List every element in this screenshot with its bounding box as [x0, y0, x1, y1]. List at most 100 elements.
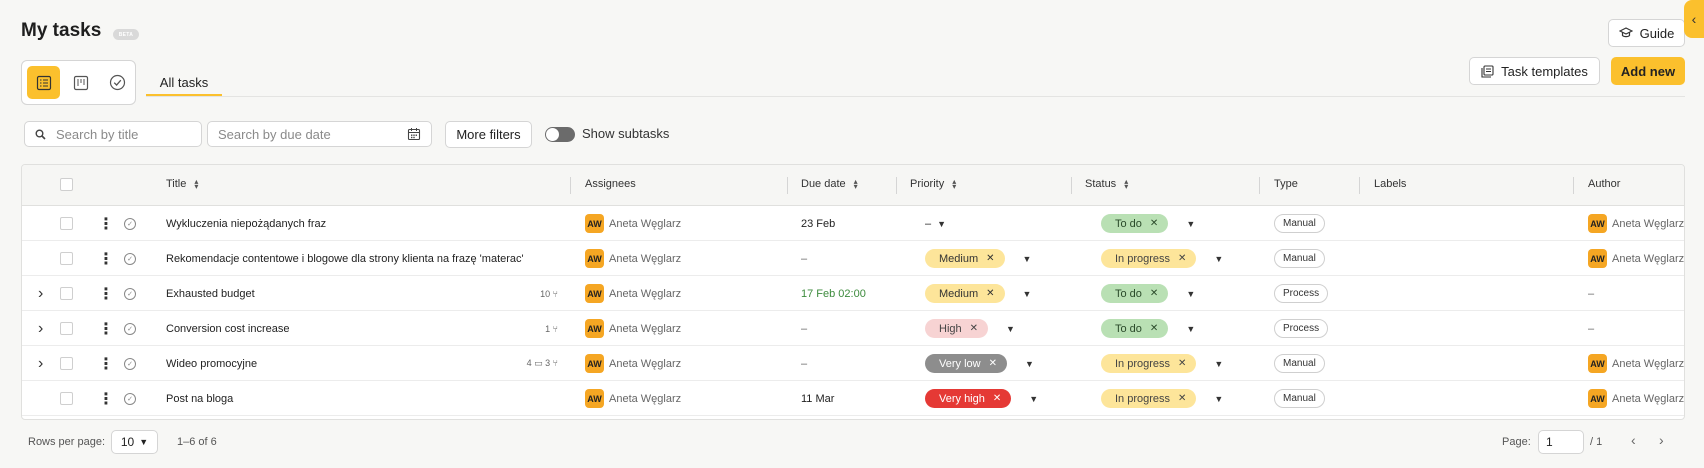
list-view-button[interactable] — [27, 66, 60, 99]
due-date[interactable]: – — [801, 311, 807, 346]
more-options-icon[interactable]: ⋮ — [98, 311, 114, 346]
close-icon[interactable]: ✕ — [986, 253, 994, 264]
more-options-icon[interactable]: ⋮ — [98, 276, 114, 311]
priority-cell[interactable]: – ▼ — [925, 206, 946, 241]
status-chip[interactable]: In progress ✕ — [1101, 389, 1197, 408]
calendar-icon[interactable] — [407, 127, 421, 141]
close-icon[interactable]: ✕ — [1178, 358, 1186, 369]
priority-cell[interactable]: Medium ✕ ▼ — [925, 241, 1031, 276]
priority-chip[interactable]: Medium ✕ — [925, 249, 1005, 268]
task-title[interactable]: Exhausted budget — [166, 276, 255, 311]
search-title-input[interactable] — [56, 126, 191, 142]
row-checkbox[interactable] — [60, 252, 73, 265]
complete-task-button[interactable]: ✓ — [124, 206, 136, 241]
row-checkbox[interactable] — [60, 287, 73, 300]
priority-cell[interactable]: High ✕ ▼ — [925, 311, 1015, 346]
col-title[interactable]: Title ▴ ▾ — [166, 178, 198, 191]
complete-task-button[interactable]: ✓ — [124, 346, 136, 381]
due-date[interactable]: 23 Feb — [801, 206, 835, 241]
status-chip[interactable]: In progress ✕ — [1101, 249, 1197, 268]
prev-page-icon[interactable]: ‹ — [1631, 432, 1636, 448]
page-number-input[interactable]: 1 — [1538, 430, 1584, 454]
caret-down-icon[interactable]: ▼ — [1214, 359, 1223, 369]
status-cell[interactable]: In progress ✕ ▼ — [1101, 241, 1223, 276]
more-options-icon[interactable]: ⋮ — [98, 206, 114, 241]
table-row[interactable]: ⋮ ✓ Post na bloga AW Aneta Węglarz 11 Mar Very… — [22, 381, 1684, 416]
task-title[interactable]: Wideo promocyjne — [166, 346, 257, 381]
priority-chip[interactable]: Very high ✕ — [925, 389, 1012, 408]
table-row[interactable]: ⋮ ✓ Wykluczenia niepożądanych fraz AW Aneta … — [22, 206, 1684, 241]
status-chip[interactable]: To do ✕ — [1101, 214, 1169, 233]
table-row[interactable]: ⋮ ✓ Rekomendacje contentowe i blogowe dla … — [22, 241, 1684, 276]
col-due-date[interactable]: Due date ▴ ▾ — [801, 178, 858, 191]
assignee[interactable]: AW Aneta Węglarz — [585, 346, 681, 381]
table-row[interactable]: › ⋮ ✓ Exhausted budget 10 ⑂ AW Aneta Węglarz 17… — [22, 276, 1684, 311]
status-cell[interactable]: To do ✕ ▼ — [1101, 276, 1195, 311]
row-checkbox[interactable] — [60, 392, 73, 405]
close-icon[interactable]: ✕ — [989, 358, 997, 369]
caret-down-icon[interactable]: ▼ — [1186, 324, 1195, 334]
close-icon[interactable]: ✕ — [1150, 323, 1158, 334]
task-templates-button[interactable]: Task templates — [1469, 57, 1600, 85]
caret-down-icon[interactable]: ▼ — [1214, 254, 1223, 264]
caret-down-icon[interactable]: ▼ — [1029, 394, 1038, 404]
more-filters-button[interactable]: More filters — [445, 121, 532, 148]
select-all-checkbox[interactable] — [60, 178, 73, 191]
assignee[interactable]: AW Aneta Węglarz — [585, 241, 681, 276]
close-icon[interactable]: ✕ — [986, 288, 994, 299]
status-cell[interactable]: To do ✕ ▼ — [1101, 311, 1195, 346]
expand-chevron-icon[interactable]: › — [38, 346, 43, 381]
close-icon[interactable]: ✕ — [1150, 288, 1158, 299]
expand-chevron-icon[interactable]: › — [38, 311, 43, 346]
col-status[interactable]: Status ▴ ▾ — [1085, 178, 1128, 191]
due-date[interactable]: 17 Feb 02:00 — [801, 276, 866, 311]
add-new-button[interactable]: Add new — [1611, 57, 1685, 85]
task-title[interactable]: Wykluczenia niepożądanych fraz — [166, 206, 326, 241]
priority-cell[interactable]: Very low ✕ ▼ — [925, 346, 1034, 381]
close-icon[interactable]: ✕ — [993, 393, 1001, 404]
show-subtasks-toggle[interactable] — [545, 127, 575, 142]
more-options-icon[interactable]: ⋮ — [98, 346, 114, 381]
due-date[interactable]: – — [801, 241, 807, 276]
status-cell[interactable]: In progress ✕ ▼ — [1101, 346, 1223, 381]
task-title[interactable]: Rekomendacje contentowe i blogowe dla st… — [166, 241, 524, 276]
caret-down-icon[interactable]: ▼ — [1023, 254, 1032, 264]
caret-down-icon[interactable]: ▼ — [1023, 289, 1032, 299]
due-date[interactable]: 11 Mar — [801, 381, 834, 416]
status-cell[interactable]: To do ✕ ▼ — [1101, 206, 1195, 241]
guide-button[interactable]: Guide — [1608, 19, 1685, 47]
next-page-icon[interactable]: › — [1659, 432, 1664, 448]
tab-all-tasks[interactable]: All tasks — [146, 73, 222, 96]
col-priority[interactable]: Priority ▴ ▾ — [910, 178, 956, 191]
more-options-icon[interactable]: ⋮ — [98, 381, 114, 416]
due-date[interactable]: – — [801, 346, 807, 381]
assignee[interactable]: AW Aneta Węglarz — [585, 276, 681, 311]
close-icon[interactable]: ✕ — [1178, 393, 1186, 404]
caret-down-icon[interactable]: ▼ — [1006, 324, 1015, 334]
assignee[interactable]: AW Aneta Węglarz — [585, 311, 681, 346]
row-checkbox[interactable] — [60, 217, 73, 230]
row-checkbox[interactable] — [60, 357, 73, 370]
complete-task-button[interactable]: ✓ — [124, 381, 136, 416]
complete-task-button[interactable]: ✓ — [124, 311, 136, 346]
priority-cell[interactable]: Medium ✕ ▼ — [925, 276, 1031, 311]
status-chip[interactable]: To do ✕ — [1101, 284, 1169, 303]
caret-down-icon[interactable]: ▼ — [1186, 289, 1195, 299]
task-title[interactable]: Conversion cost increase — [166, 311, 290, 346]
rows-per-page-select[interactable]: 10 ▼ — [111, 430, 158, 454]
caret-down-icon[interactable]: ▼ — [1025, 359, 1034, 369]
caret-down-icon[interactable]: ▼ — [1186, 219, 1195, 229]
close-icon[interactable]: ✕ — [1150, 218, 1158, 229]
row-checkbox[interactable] — [60, 322, 73, 335]
priority-chip[interactable]: Medium ✕ — [925, 284, 1005, 303]
priority-cell[interactable]: Very high ✕ ▼ — [925, 381, 1038, 416]
close-icon[interactable]: ✕ — [1178, 253, 1186, 264]
collapse-panel-button[interactable]: ‹ — [1684, 0, 1704, 38]
priority-chip[interactable]: Very low ✕ — [925, 354, 1007, 373]
expand-chevron-icon[interactable]: › — [38, 276, 43, 311]
task-title[interactable]: Post na bloga — [166, 381, 233, 416]
board-view-button[interactable] — [64, 66, 97, 99]
priority-chip[interactable]: High ✕ — [925, 319, 989, 338]
search-title-field[interactable] — [24, 121, 202, 147]
completed-view-button[interactable] — [101, 66, 134, 99]
